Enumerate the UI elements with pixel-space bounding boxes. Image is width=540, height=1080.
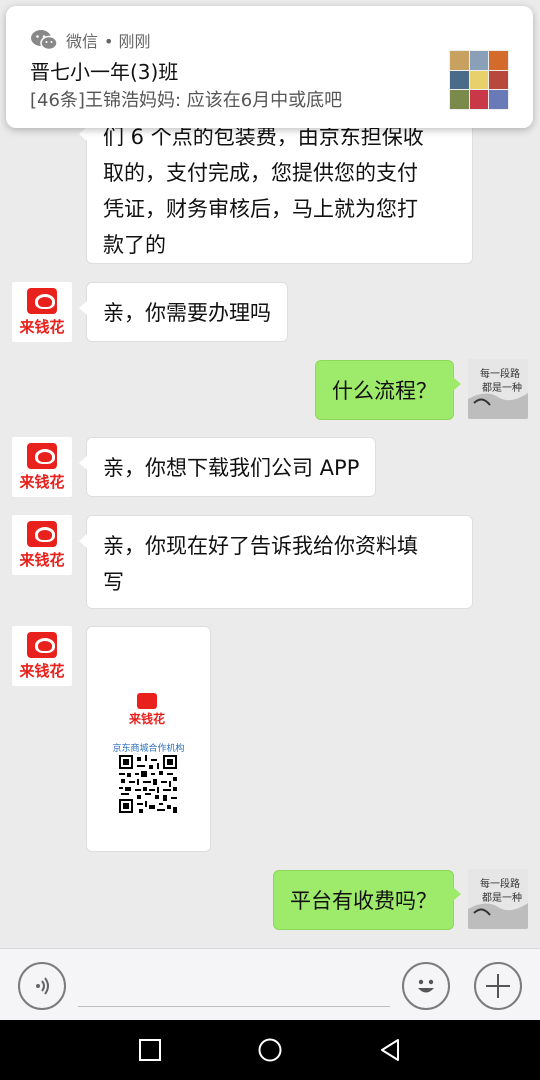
qr-card-logo: 来钱花: [117, 693, 177, 739]
user-avatar-image: 每一段路 都是一种: [468, 869, 528, 929]
svg-text:每一段路: 每一段路: [480, 877, 520, 890]
group-avatar-tile: [489, 51, 508, 70]
emoji-icon: [418, 979, 434, 993]
message-line: 取的，支付完成，您提供您的支付: [103, 161, 418, 185]
image-message[interactable]: 来钱花 京东商城合作机构: [86, 626, 211, 852]
group-avatar-tile: [489, 70, 508, 90]
message-bubble-incoming[interactable]: 亲，你想下载我们公司 APP: [78, 437, 377, 497]
message-line: 凭证，财务审核后，马上就为您打: [103, 197, 418, 221]
home-icon[interactable]: [256, 1036, 284, 1064]
svg-text:每一段路: 每一段路: [480, 367, 520, 380]
notification-banner[interactable]: 微信 • 刚刚 晋七小一年(3)班 [46条]王锦浩妈妈: 应该在6月中或底吧: [6, 6, 533, 128]
brand-logo-icon: [27, 520, 57, 547]
input-bar: [0, 948, 540, 1020]
brand-logo-icon: [27, 287, 57, 314]
message-bubble-incoming[interactable]: 亲，你现在好了告诉我给你资料填 写: [79, 515, 473, 609]
message-line: 写: [103, 570, 124, 594]
message-input[interactable]: [78, 961, 390, 1007]
avatar-user[interactable]: 每一段路 都是一种: [468, 359, 528, 419]
qr-card-logo-text: 来钱花: [128, 712, 165, 726]
recent-apps-icon[interactable]: [136, 1036, 164, 1064]
group-avatar-tile: [450, 51, 469, 70]
back-icon[interactable]: [376, 1036, 404, 1064]
group-avatar-tile: [489, 90, 508, 109]
plus-icon: [486, 974, 510, 998]
group-avatar-tile: [469, 51, 489, 70]
avatar-brand[interactable]: 来钱花: [12, 437, 72, 497]
message-line: 款了的: [103, 233, 166, 257]
voice-icon: [36, 977, 49, 995]
svg-text:都是一种: 都是一种: [482, 891, 522, 904]
message-line: 亲，你现在好了告诉我给你资料填: [103, 534, 418, 558]
notification-app-row: 微信 • 刚刚: [30, 28, 151, 52]
qr-card-subtitle: 京东商城合作机构: [112, 744, 185, 754]
avatar-brand[interactable]: 来钱花: [12, 626, 72, 686]
brand-avatar-text: 来钱花: [19, 661, 65, 680]
message-text: 亲，你需要办理吗: [103, 301, 271, 325]
plus-button[interactable]: [474, 962, 522, 1010]
brand-logo-icon: [137, 693, 157, 709]
group-avatar-tile: [469, 90, 489, 109]
group-avatar-tile: [450, 70, 469, 90]
message-bubble-incoming[interactable]: 亲，你需要办理吗: [79, 282, 288, 342]
chat-area[interactable]: 们 6 个点的包装费，由京东担保收 取的，支付完成，您提供您的支付 凭证，财务审…: [0, 0, 540, 948]
avatar-user[interactable]: 每一段路 都是一种: [468, 869, 528, 929]
brand-logo-icon: [27, 442, 57, 469]
voice-button[interactable]: [18, 962, 66, 1010]
brand-avatar-text: 来钱花: [19, 550, 65, 569]
emoji-button[interactable]: [402, 962, 450, 1010]
brand-logo-icon: [27, 631, 57, 658]
brand-avatar-text: 来钱花: [19, 317, 65, 336]
message-bubble-incoming[interactable]: 们 6 个点的包装费，由京东担保收 取的，支付完成，您提供您的支付 凭证，财务审…: [79, 108, 473, 264]
group-avatar-tile: [450, 90, 469, 109]
notification-body: [46条]王锦浩妈妈: 应该在6月中或底吧: [30, 90, 343, 111]
qr-code-icon: [119, 755, 177, 813]
message-text: 什么流程？: [332, 379, 437, 403]
group-avatar-icon: [449, 50, 509, 110]
message-text: 亲，你想下载我们公司 APP: [103, 456, 360, 480]
message-bubble-outgoing[interactable]: 平台有收费吗？: [273, 870, 461, 930]
group-avatar-tile: [469, 70, 489, 90]
avatar-brand[interactable]: 来钱花: [12, 282, 72, 342]
system-navigation-bar: [0, 1020, 540, 1080]
brand-avatar-text: 来钱花: [19, 472, 65, 491]
message-bubble-outgoing[interactable]: 什么流程？: [315, 360, 461, 420]
message-text: 平台有收费吗？: [290, 889, 437, 913]
notification-app-name: 微信: [66, 32, 99, 51]
avatar-brand[interactable]: 来钱花: [12, 515, 72, 575]
user-avatar-image: 每一段路 都是一种: [468, 359, 528, 419]
notification-title: 晋七小一年(3)班: [30, 60, 179, 84]
notification-time: • 刚刚: [104, 32, 151, 51]
svg-text:都是一种: 都是一种: [482, 381, 522, 394]
wechat-icon: [31, 30, 58, 51]
